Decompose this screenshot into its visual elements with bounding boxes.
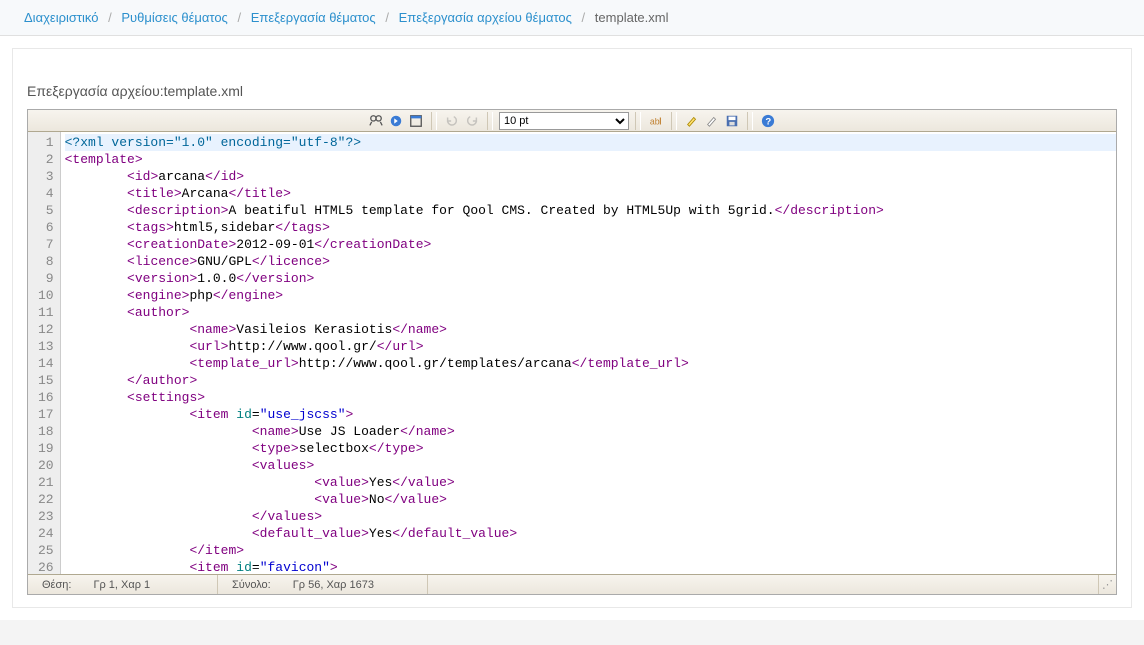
code-line[interactable]: <name>Use JS Loader</name> — [65, 423, 1116, 440]
status-pos-label: Θέση: — [42, 579, 71, 591]
svg-text:ab: ab — [650, 116, 660, 126]
code-line[interactable]: </values> — [65, 508, 1116, 525]
line-gutter: 1234567891011121314151617181920212223242… — [28, 132, 61, 574]
fullscreen-icon[interactable] — [407, 112, 425, 130]
code-line[interactable]: <title>Arcana</title> — [65, 185, 1116, 202]
page-title: Επεξεργασία αρχείου:template.xml — [27, 83, 1117, 99]
code-line[interactable]: <author> — [65, 304, 1116, 321]
svg-text:?: ? — [765, 116, 771, 127]
code-line[interactable]: <values> — [65, 457, 1116, 474]
highlight-icon[interactable] — [683, 112, 701, 130]
status-total-value: Γρ 56, Χαρ 1673 — [293, 579, 374, 591]
find-icon[interactable] — [367, 112, 385, 130]
goto-icon[interactable] — [387, 112, 405, 130]
code-line[interactable]: </author> — [65, 372, 1116, 389]
code-line[interactable]: <tags>html5,sidebar</tags> — [65, 219, 1116, 236]
redo-icon[interactable] — [463, 112, 481, 130]
status-bar: Θέση: Γρ 1, Χαρ 1 Σύνολο: Γρ 56, Χαρ 167… — [28, 574, 1116, 594]
status-pos-value: Γρ 1, Χαρ 1 — [93, 579, 150, 591]
breadcrumb-link[interactable]: Επεξεργασία θέματος — [251, 10, 376, 25]
breadcrumb-sep: / — [582, 10, 586, 25]
app-root: Διαχειριστικό / Ρυθμίσεις θέματος / Επεξ… — [0, 0, 1144, 620]
code-line[interactable]: <url>http://www.qool.gr/</url> — [65, 338, 1116, 355]
code-line[interactable]: </item> — [65, 542, 1116, 559]
breadcrumb-link[interactable]: Ρυθμίσεις θέματος — [121, 10, 227, 25]
breadcrumb-sep: / — [385, 10, 389, 25]
code-line[interactable]: <creationDate>2012-09-01</creationDate> — [65, 236, 1116, 253]
code-line[interactable]: <value>Yes</value> — [65, 474, 1116, 491]
code-line[interactable]: <?xml version="1.0" encoding="utf-8"?> — [65, 134, 1116, 151]
status-total-label: Σύνολο: — [232, 579, 271, 591]
code-line[interactable]: <item id="favicon"> — [65, 559, 1116, 574]
content-outer: Επεξεργασία αρχείου:template.xml — [0, 36, 1144, 620]
code-line[interactable]: <default_value>Yes</default_value> — [65, 525, 1116, 542]
wrap-icon[interactable]: ab — [647, 112, 665, 130]
help-icon[interactable]: ? — [759, 112, 777, 130]
breadcrumb: Διαχειριστικό / Ρυθμίσεις θέματος / Επεξ… — [0, 0, 1144, 36]
code-content[interactable]: <?xml version="1.0" encoding="utf-8"?><t… — [61, 132, 1116, 574]
code-line[interactable]: <licence>GNU/GPL</licence> — [65, 253, 1116, 270]
resize-grip-icon[interactable]: ⋰ — [1099, 578, 1116, 591]
code-line[interactable]: <id>arcana</id> — [65, 168, 1116, 185]
code-line[interactable]: <engine>php</engine> — [65, 287, 1116, 304]
code-line[interactable]: <version>1.0.0</version> — [65, 270, 1116, 287]
code-line[interactable]: <template_url>http://www.qool.gr/templat… — [65, 355, 1116, 372]
code-area[interactable]: 1234567891011121314151617181920212223242… — [28, 132, 1116, 574]
code-line[interactable]: <description>A beatiful HTML5 template f… — [65, 202, 1116, 219]
code-line[interactable]: <template> — [65, 151, 1116, 168]
code-line[interactable]: <item id="use_jscss"> — [65, 406, 1116, 423]
editor-toolbar: 10 pt ab — [28, 110, 1116, 132]
clear-icon[interactable] — [703, 112, 721, 130]
undo-icon[interactable] — [443, 112, 461, 130]
breadcrumb-current: template.xml — [595, 10, 669, 25]
font-size-select[interactable]: 10 pt — [499, 112, 629, 130]
breadcrumb-sep: / — [237, 10, 241, 25]
code-editor: 10 pt ab — [27, 109, 1117, 595]
code-line[interactable]: <settings> — [65, 389, 1116, 406]
save-icon[interactable] — [723, 112, 741, 130]
breadcrumb-link[interactable]: Διαχειριστικό — [24, 10, 99, 25]
code-line[interactable]: <value>No</value> — [65, 491, 1116, 508]
code-line[interactable]: <name>Vasileios Kerasiotis</name> — [65, 321, 1116, 338]
code-line[interactable]: <type>selectbox</type> — [65, 440, 1116, 457]
content-inner: Επεξεργασία αρχείου:template.xml — [12, 48, 1132, 608]
breadcrumb-sep: / — [108, 10, 112, 25]
breadcrumb-link[interactable]: Επεξεργασία αρχείου θέματος — [399, 10, 572, 25]
